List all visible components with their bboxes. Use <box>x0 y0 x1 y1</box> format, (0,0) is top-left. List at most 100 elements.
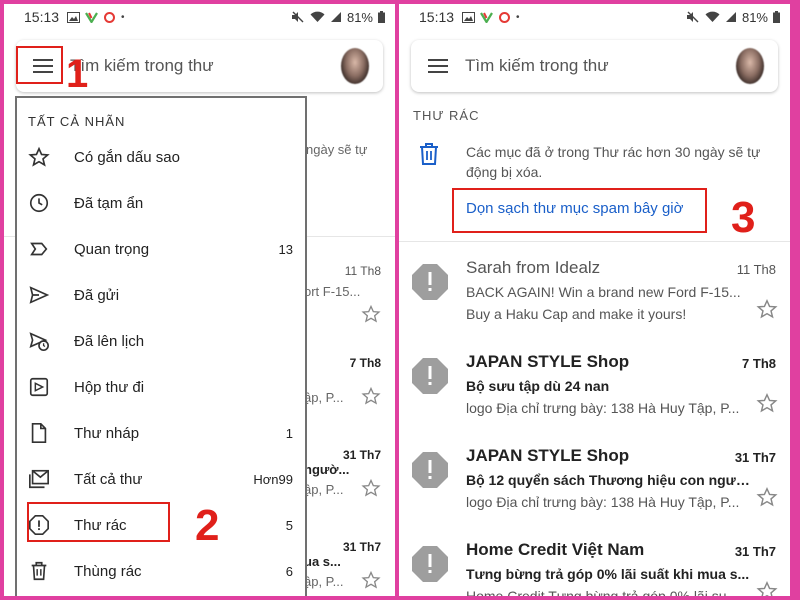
step-number-2: 2 <box>195 501 220 550</box>
email-subject: BACK AGAIN! Win a brand new Ford F-15... <box>466 284 741 300</box>
right-screen: 15:13 • 81% Tìm kiếm trong thư THƯ RÁC C… <box>399 4 790 596</box>
dot-icon: • <box>121 11 125 23</box>
spam-sender-icon <box>412 358 448 394</box>
bg-email-preview: ập, P... <box>304 574 344 589</box>
step-number-3: 3 <box>731 193 756 242</box>
drawer-item-snoozed[interactable]: Đã tạm ẩn <box>17 180 305 226</box>
status-bar: 15:13 • 81% <box>399 4 790 30</box>
draft-icon <box>31 423 47 443</box>
notification-icons: • <box>462 11 520 23</box>
wifi-icon <box>310 11 325 22</box>
status-right: 81% <box>686 10 780 25</box>
email-preview: Buy a Haku Cap and make it yours! <box>466 306 687 322</box>
drawer-item-drafts[interactable]: Thư nháp 1 <box>17 410 305 456</box>
mute-icon <box>686 11 699 23</box>
drawer-item-important[interactable]: Quan trọng 13 <box>17 226 305 272</box>
wifi-icon <box>705 11 720 22</box>
drawer-item-label: Đã tạm ẩn <box>74 194 144 212</box>
star-icon[interactable] <box>756 392 778 414</box>
mute-icon <box>291 11 304 23</box>
bg-email-date: 31 Th7 <box>342 448 381 462</box>
drawer-item-starred[interactable]: Có gắn dấu sao <box>17 134 305 180</box>
signal-icon <box>330 12 341 22</box>
email-sender: Home Credit Việt Nam <box>466 540 645 559</box>
highlight-box-empty <box>452 188 707 233</box>
email-row[interactable]: JAPAN STYLE Shop 7 Th8 Bộ sưu tập dù 24 … <box>399 344 790 438</box>
email-date: 11 Th8 <box>736 262 776 277</box>
status-right: 81% <box>291 10 385 25</box>
avatar[interactable] <box>736 48 764 84</box>
hamburger-icon <box>428 59 448 73</box>
spam-info-text: Các mục đã ở trong Thư rác hơn 30 ngày s… <box>466 144 761 180</box>
spam-sender-icon <box>412 264 448 300</box>
important-icon <box>30 242 48 256</box>
gallery-icon <box>67 11 81 23</box>
app-v-icon <box>480 11 493 23</box>
avatar[interactable] <box>341 48 369 84</box>
email-subject: Bộ sưu tập dù 24 nan <box>466 378 610 394</box>
drawer-item-label: Đã lên lịch <box>74 332 145 350</box>
battery-percent: 81% <box>741 9 768 25</box>
email-row[interactable]: Home Credit Việt Nam 31 Th7 Tưng bừng tr… <box>399 532 790 596</box>
search-bar[interactable]: Tìm kiếm trong thư <box>411 40 778 92</box>
email-date: 31 Th7 <box>734 450 776 465</box>
outbox-icon <box>29 377 49 397</box>
email-subject: Bộ 12 quyển sách Thương hiệu con ngườ... <box>466 472 751 488</box>
email-preview: logo Địa chỉ trưng bày: 138 Hà Huy Tập, … <box>466 494 740 510</box>
trash-icon <box>31 561 47 581</box>
bg-email-subject: ort F-15... <box>304 284 361 299</box>
bg-email-preview: ập, P... <box>304 482 344 497</box>
star-icon[interactable] <box>756 298 778 320</box>
drawer-item-label: Hộp thư đi <box>74 378 145 396</box>
email-sender: JAPAN STYLE Shop <box>466 446 630 465</box>
drawer-item-label: Thư nháp <box>74 424 140 442</box>
drawer-item-sent[interactable]: Đã gửi <box>17 272 305 318</box>
bg-email-date: 31 Th7 <box>342 540 381 554</box>
star-icon <box>361 386 381 405</box>
app-v-icon <box>85 11 98 23</box>
menu-button[interactable] <box>415 48 461 84</box>
email-preview: logo Địa chỉ trưng bày: 138 Hà Huy Tập, … <box>466 400 740 416</box>
gallery-icon <box>462 11 476 23</box>
drawer-item-label: Quan trọng <box>74 240 150 258</box>
highlight-box-menu <box>16 46 63 84</box>
star-icon <box>361 478 381 497</box>
bg-email-date: 7 Th8 <box>349 356 381 370</box>
drawer-item-label: Thùng rác <box>74 562 142 580</box>
battery-icon <box>773 11 780 23</box>
step-number-1: 1 <box>66 52 89 96</box>
bg-info-text: ngày sẽ tự <box>306 142 368 157</box>
highlight-box-spam <box>27 502 170 542</box>
star-icon[interactable] <box>756 580 778 596</box>
email-preview: Home Credit Tưng bừng trả góp 0% lãi su.… <box>466 588 739 596</box>
bg-email-preview: ập, P... <box>304 390 344 405</box>
drawer-item-all-mail[interactable]: Tất cả thư Hơn99 <box>17 456 305 502</box>
drawer-item-outbox[interactable]: Hộp thư đi <box>17 364 305 410</box>
email-sender: JAPAN STYLE Shop <box>466 352 630 371</box>
search-input[interactable]: Tìm kiếm trong thư <box>465 56 736 76</box>
scheduled-icon <box>29 332 49 351</box>
notification-icons: • <box>67 11 125 23</box>
status-time: 15:13 <box>419 9 455 25</box>
star-icon <box>28 146 50 167</box>
email-row[interactable]: Sarah from Idealz 11 Th8 BACK AGAIN! Win… <box>399 250 790 344</box>
status-bar: 15:13 • 81% <box>4 4 395 30</box>
star-icon <box>361 304 381 323</box>
drawer-item-trash[interactable]: Thùng rác 6 <box>17 548 305 594</box>
battery-icon <box>378 11 385 23</box>
drawer-item-scheduled[interactable]: Đã lên lịch <box>17 318 305 364</box>
drawer-item-label: Có gắn dấu sao <box>74 148 180 166</box>
star-icon[interactable] <box>756 486 778 508</box>
all-mail-icon <box>29 469 49 489</box>
search-input[interactable]: Tìm kiếm trong thư <box>70 56 341 76</box>
send-icon <box>29 286 50 304</box>
email-date: 31 Th7 <box>734 544 776 559</box>
trash-icon <box>420 143 438 165</box>
divider <box>399 241 790 242</box>
drawer-item-label: Đã gửi <box>74 286 120 304</box>
left-screen: 15:13 • 81% ngày sẽ tự 11 Th8 ort F-15..… <box>4 4 395 596</box>
record-icon <box>104 11 116 23</box>
email-row[interactable]: JAPAN STYLE Shop 31 Th7 Bộ 12 quyển sách… <box>399 438 790 532</box>
record-icon <box>499 11 511 23</box>
drawer-item-count: Hơn99 <box>253 471 293 487</box>
